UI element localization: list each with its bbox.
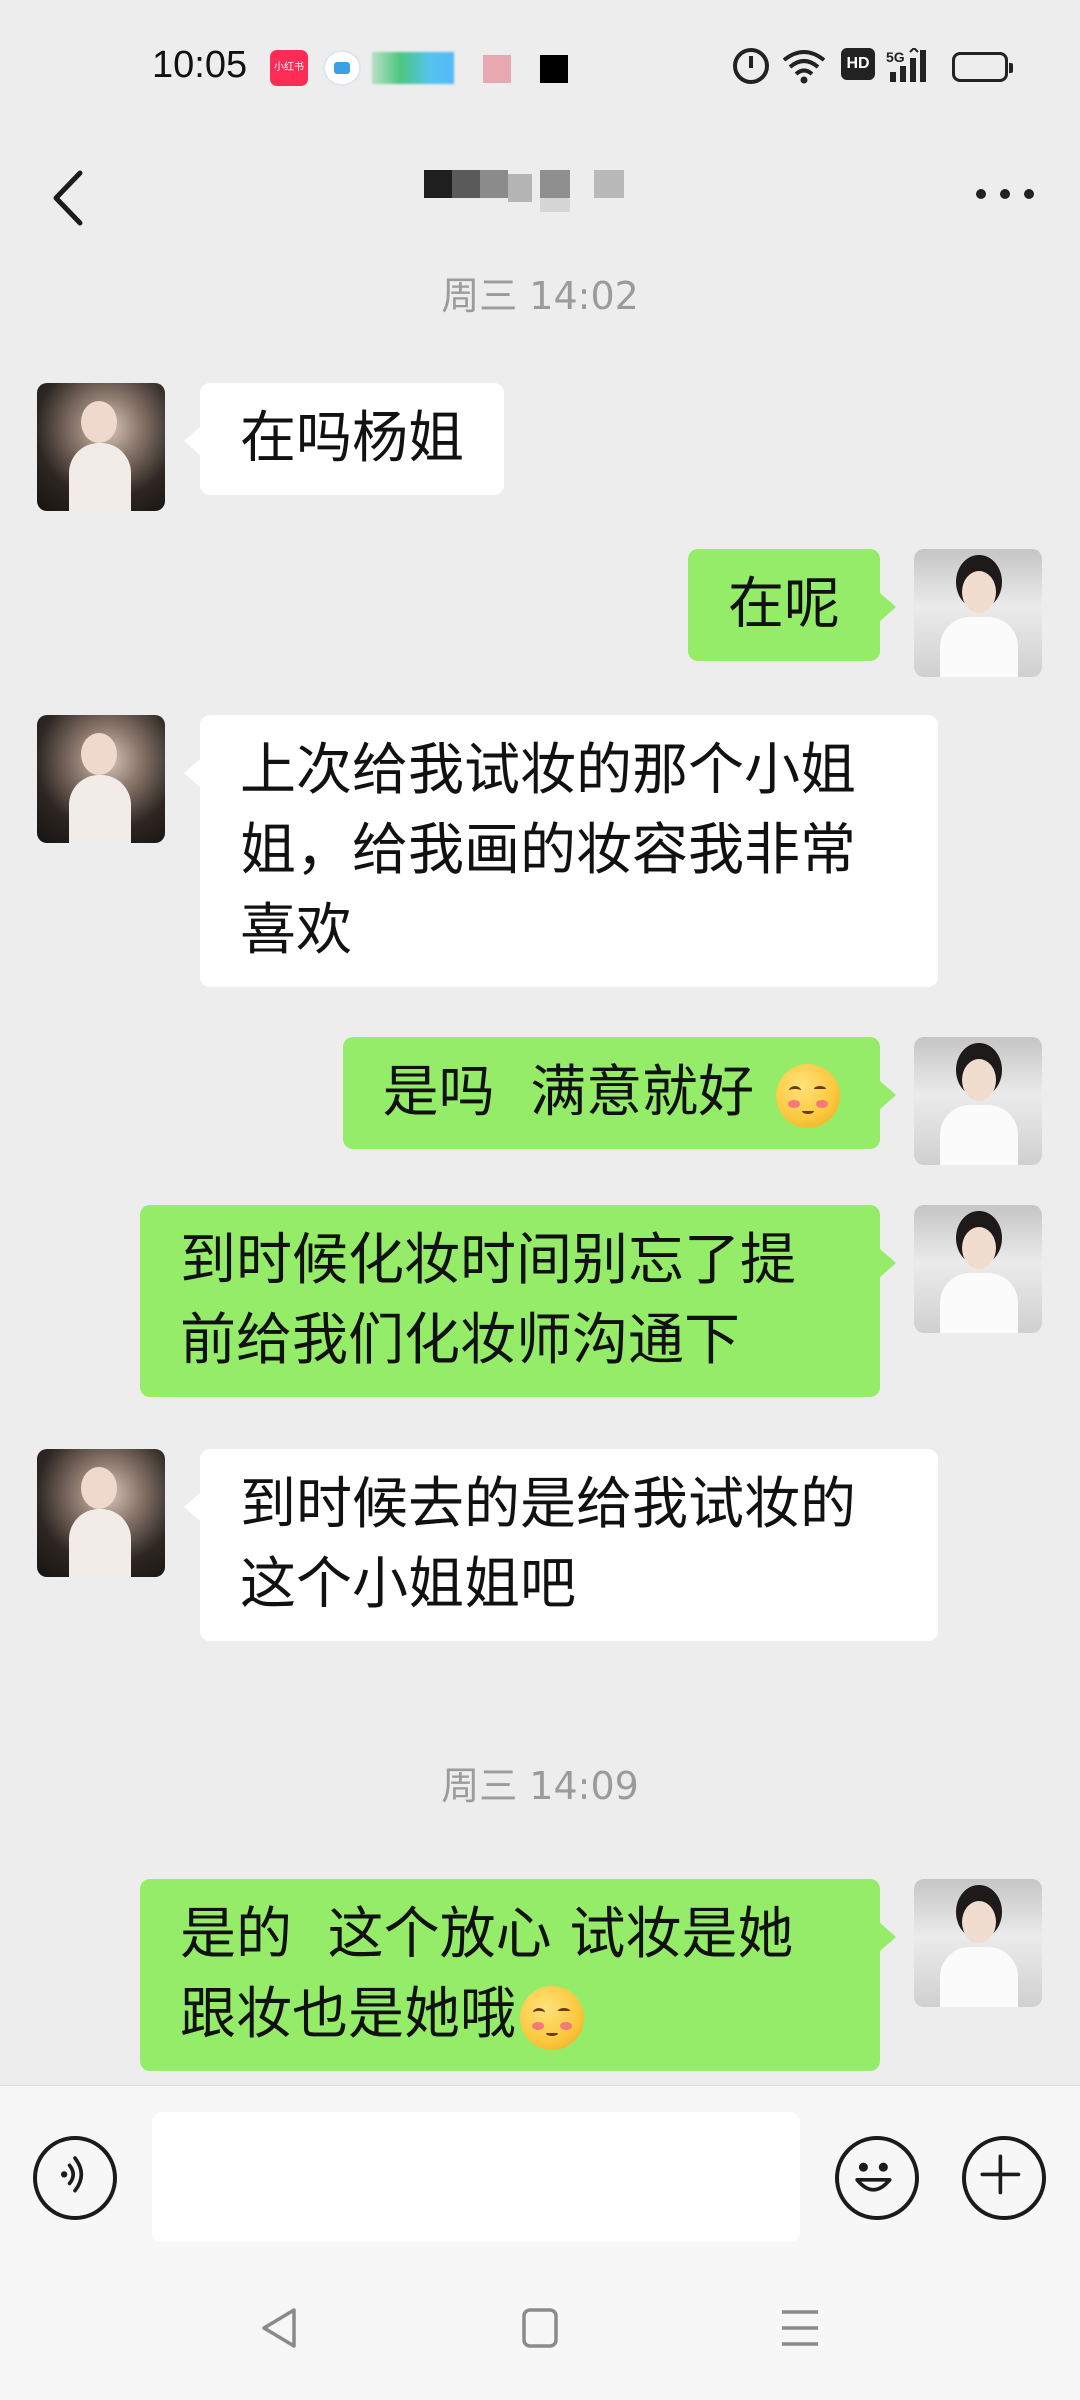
wifi-icon: [782, 50, 826, 84]
chevron-left-icon[interactable]: [42, 163, 102, 233]
message-bubble-outgoing[interactable]: 在呢: [688, 549, 896, 661]
message-bubble-incoming[interactable]: 到时候去的是给我试妆的 这个小姐姐吧: [184, 1449, 938, 1641]
status-time: 10:05: [152, 44, 248, 86]
message-input[interactable]: [152, 2112, 800, 2242]
message-bubble-incoming[interactable]: 上次给我试妆的那个小姐 姐，给我画的妆容我非常 喜欢: [184, 715, 938, 987]
smiley-icon[interactable]: [835, 2136, 919, 2220]
blush-smile-emoji: [776, 1063, 840, 1128]
hd-icon: HD: [841, 48, 875, 80]
alarm-icon: [733, 48, 769, 84]
blush-smile-emoji: [520, 1985, 584, 2050]
chat-header: [0, 135, 1080, 265]
signal-5g-icon: 5G: [886, 48, 926, 82]
chat-title-redacted: [424, 170, 634, 212]
svg-text:5G: 5G: [886, 49, 905, 65]
system-navigation-bar: [0, 2255, 1080, 2400]
app-icon: [323, 50, 361, 86]
xiaohongshu-icon: 小红书: [270, 50, 308, 86]
contact-avatar[interactable]: [37, 1449, 165, 1577]
my-avatar[interactable]: [914, 1037, 1042, 1165]
blurred-icons-pink: [483, 55, 511, 83]
plus-circle-icon[interactable]: [962, 2136, 1046, 2220]
contact-avatar[interactable]: [37, 715, 165, 843]
message-timestamp: 周三 14:09: [441, 1764, 639, 1808]
home-square-icon[interactable]: [510, 2300, 570, 2356]
message-bubble-outgoing[interactable]: 到时候化妆时间别忘了提 前给我们化妆师沟通下: [140, 1205, 896, 1397]
more-dots-icon[interactable]: [970, 175, 1040, 215]
battery-icon: [952, 52, 1013, 82]
contact-avatar[interactable]: [37, 383, 165, 511]
chat-message-list[interactable]: 周三 14:02 在吗杨姐 在呢 上次给我试妆的那个小姐 姐，给我画的妆容我非常…: [0, 265, 1080, 2085]
blurred-icons-black: [540, 55, 568, 83]
my-avatar[interactable]: [914, 1205, 1042, 1333]
my-avatar[interactable]: [914, 549, 1042, 677]
recents-menu-icon[interactable]: [770, 2300, 830, 2356]
message-text: 是的 这个放心 试妆是她 跟妆也是她哦: [180, 1902, 794, 2047]
message-input-bar: [0, 2085, 1080, 2255]
status-bar: 10:05 小红书 HD 5G: [0, 0, 1080, 135]
message-bubble-incoming[interactable]: 在吗杨姐: [184, 383, 504, 495]
message-text: 是吗 满意就好: [382, 1060, 755, 1125]
my-avatar[interactable]: [914, 1879, 1042, 2007]
message-bubble-outgoing[interactable]: 是的 这个放心 试妆是她 跟妆也是她哦: [140, 1879, 896, 2071]
message-bubble-outgoing[interactable]: 是吗 满意就好: [342, 1037, 897, 1149]
back-triangle-icon[interactable]: [250, 2300, 310, 2356]
voice-icon[interactable]: [33, 2136, 117, 2220]
message-timestamp: 周三 14:02: [441, 274, 639, 318]
blurred-icons: [372, 52, 454, 84]
